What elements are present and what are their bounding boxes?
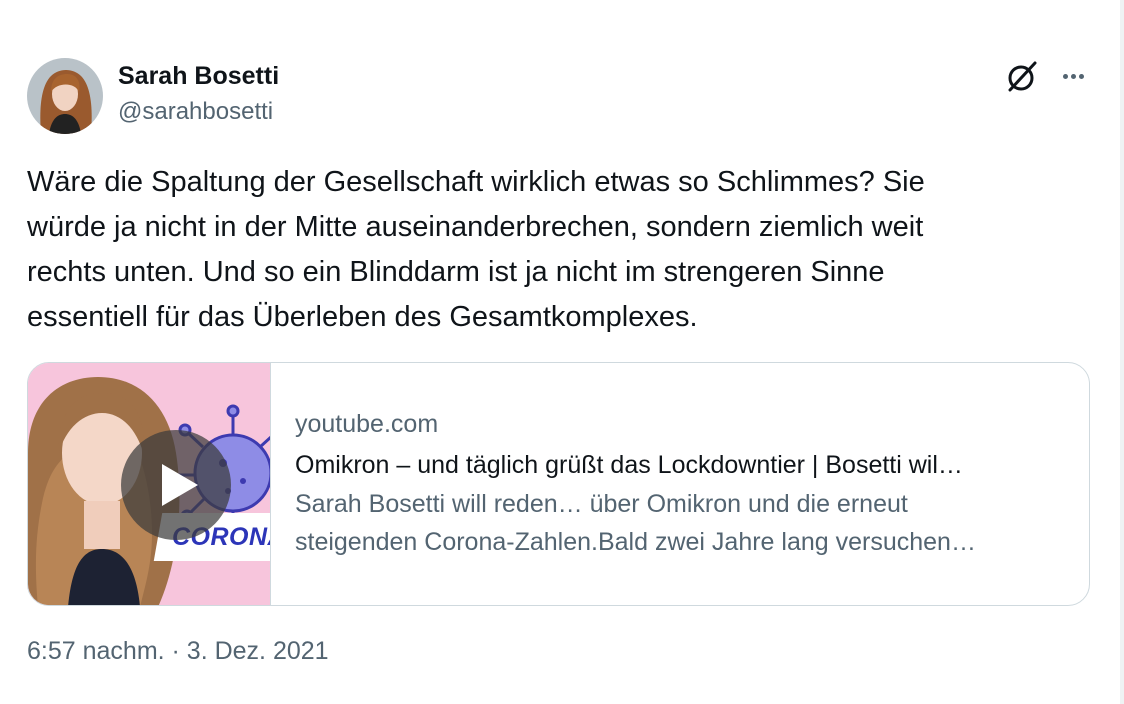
author-display-name[interactable]: Sarah Bosetti [118,61,279,91]
more-dot [1062,73,1068,79]
video-thumbnail[interactable]: CORONA [28,363,271,605]
tweet-text-line: würde ja nicht in der Mitte auseinanderb… [27,211,924,243]
author-info: Sarah Bosetti @sarahbosetti [118,61,279,127]
tweet-text-line: Wäre die Spaltung der Gesellschaft wirkl… [27,166,925,198]
card-title: Omikron – und täglich grüßt das Lockdown… [295,451,963,479]
card-domain: youtube.com [295,410,439,438]
more-icon[interactable] [1055,58,1091,94]
tweet-text-line: rechts unten. Und so ein Blinddarm ist j… [27,256,885,288]
tweet-text-line: essentiell für das Überleben des Gesamtk… [27,301,698,333]
more-dot [1078,73,1084,79]
avatar-image [27,58,103,134]
card-description: Sarah Bosetti will reden… über Omikron u… [295,485,1065,561]
play-button[interactable] [121,430,231,540]
author-avatar[interactable] [27,58,103,134]
grok-icon[interactable] [1004,59,1040,95]
tweet-text: Wäre die Spaltung der Gesellschaft wirkl… [27,160,1087,340]
card-description-line: steigenden Corona-Zahlen.Bald zwei Jahre… [295,528,976,556]
play-icon [162,464,198,506]
card-meta: youtube.com Omikron – und täglich grüßt … [271,363,1071,605]
link-preview-card[interactable]: CORONA youtube.com Omikron – und täglich… [27,362,1090,606]
more-dot [1070,73,1076,79]
divider [1120,0,1124,704]
author-handle[interactable]: @sarahbosetti [118,97,279,127]
tweet: Sarah Bosetti @sarahbosetti Wäre die Spa… [0,0,1124,704]
tweet-timestamp[interactable]: 6:57 nachm. · 3. Dez. 2021 [27,637,329,666]
card-description-line: Sarah Bosetti will reden… über Omikron u… [295,490,908,518]
